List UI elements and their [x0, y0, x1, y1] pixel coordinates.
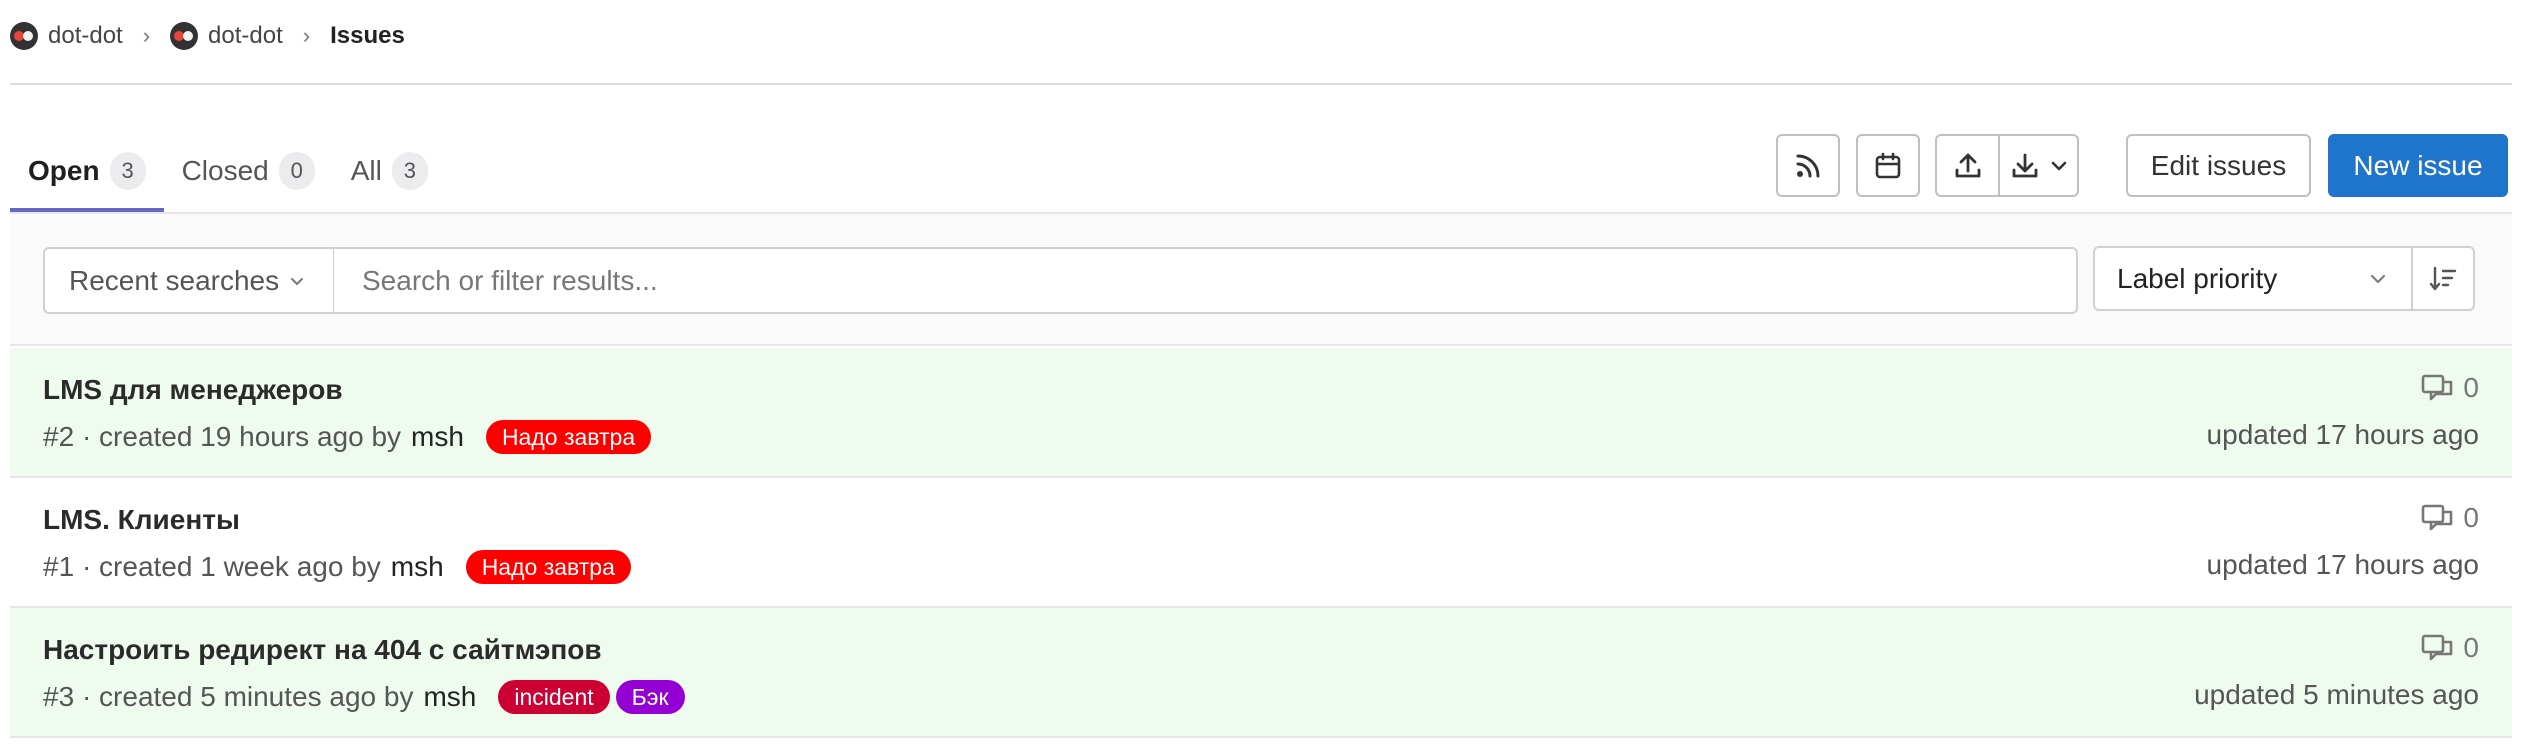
chevron-right-icon: ›	[142, 23, 151, 48]
comments-count: 0	[2463, 372, 2479, 403]
issue-author-link[interactable]: msh	[411, 421, 464, 453]
import-icon	[2012, 153, 2037, 177]
import-dropdown-button[interactable]	[2000, 134, 2079, 197]
calendar-icon	[1875, 152, 1901, 178]
tab-closed[interactable]: Closed 0	[164, 130, 333, 212]
issue-created: · created 5 minutes ago by	[81, 681, 414, 712]
tab-label: All	[350, 155, 382, 186]
issue-label[interactable]: Надо завтра	[465, 550, 631, 584]
breadcrumb: dot-dot › dot-dot › Issues	[10, 18, 405, 54]
sort-label: Label priority	[2117, 262, 2278, 294]
issue-label[interactable]: Бэк	[615, 680, 685, 714]
search-field	[333, 247, 2078, 314]
export-icon	[1955, 153, 1980, 177]
issue-label[interactable]: Надо завтра	[485, 420, 652, 454]
sort-direction-button[interactable]	[2411, 246, 2475, 311]
comments-icon	[2422, 374, 2453, 401]
chevron-down-icon	[2371, 275, 2385, 283]
sort-lowest-icon	[2429, 266, 2457, 290]
header-divider	[10, 83, 2512, 85]
comments-count: 0	[2463, 502, 2479, 533]
issue-author-link[interactable]: msh	[391, 551, 444, 583]
issue-comments-link[interactable]: 0	[2421, 372, 2479, 404]
issue-meta: #1 · created 1 week ago by msh Надо завтра	[43, 550, 631, 584]
tab-label: Open	[28, 155, 100, 186]
issue-ref: #2	[43, 421, 75, 452]
comments-icon	[2422, 634, 2453, 661]
tab-count-badge: 3	[391, 152, 428, 190]
issue-row: Настроить редирект на 404 с сайтмэпов #3 …	[10, 608, 2512, 738]
rss-icon	[1796, 154, 1820, 177]
sort-dropdown[interactable]: Label priority	[2093, 246, 2413, 311]
issue-ref: #1	[43, 551, 75, 582]
tab-count-badge: 0	[278, 152, 315, 190]
issue-author-link[interactable]: msh	[423, 681, 476, 713]
tab-count-badge: 3	[109, 152, 146, 190]
chevron-right-icon: ›	[302, 23, 311, 48]
new-issue-button[interactable]: New issue	[2328, 134, 2508, 197]
group-avatar	[10, 22, 38, 50]
chevron-down-icon	[2051, 161, 2066, 170]
calendar-button[interactable]	[1856, 134, 1920, 197]
comments-count: 0	[2463, 632, 2479, 663]
issue-row: LMS. Клиенты #1 · created 1 week ago by ms…	[10, 478, 2512, 608]
issue-label[interactable]: incident	[498, 680, 610, 714]
project-avatar	[170, 22, 199, 50]
issue-created: · created 19 hours ago by	[81, 421, 402, 452]
breadcrumb-label: dot-dot	[208, 22, 283, 49]
breadcrumb-label: dot-dot	[48, 22, 123, 49]
recent-searches-label: Recent searches	[69, 264, 280, 296]
breadcrumb-item-issues[interactable]: Issues	[330, 22, 405, 50]
breadcrumb-item-group[interactable]: dot-dot	[10, 22, 123, 50]
search-input[interactable]	[360, 263, 2076, 298]
tab-all[interactable]: All 3	[333, 130, 446, 212]
chevron-down-icon	[291, 277, 304, 285]
comments-icon	[2422, 504, 2453, 531]
issue-meta: #2 · created 19 hours ago by msh Надо завт…	[43, 420, 652, 454]
issue-state-tabs: Open 3 Closed 0 All 3	[10, 130, 446, 212]
issue-created: · created 1 week ago by	[81, 551, 381, 582]
issue-meta: #3 · created 5 minutes ago by msh incident…	[43, 680, 685, 714]
issue-updated: updated 17 hours ago	[2206, 549, 2479, 580]
issue-ref: #3	[43, 681, 75, 712]
rss-button[interactable]	[1776, 134, 1840, 197]
recent-searches-dropdown[interactable]: Recent searches	[43, 247, 335, 314]
export-button[interactable]	[1935, 134, 2000, 197]
issue-updated: updated 5 minutes ago	[2194, 679, 2479, 710]
issue-title-link[interactable]: Настроить редирект на 404 с сайтмэпов	[43, 634, 602, 666]
issue-updated: updated 17 hours ago	[2206, 419, 2479, 450]
issue-comments-link[interactable]: 0	[2421, 632, 2479, 664]
issue-comments-link[interactable]: 0	[2421, 502, 2479, 534]
issue-row: LMS для менеджеров #2 · created 19 hours …	[10, 348, 2512, 478]
edit-issues-button[interactable]: Edit issues	[2126, 134, 2311, 197]
tab-label: Closed	[181, 155, 269, 186]
breadcrumb-item-project[interactable]: dot-dot	[170, 22, 283, 50]
issue-title-link[interactable]: LMS. Клиенты	[43, 504, 240, 536]
issue-title-link[interactable]: LMS для менеджеров	[43, 374, 343, 406]
tab-open[interactable]: Open 3	[10, 130, 164, 212]
